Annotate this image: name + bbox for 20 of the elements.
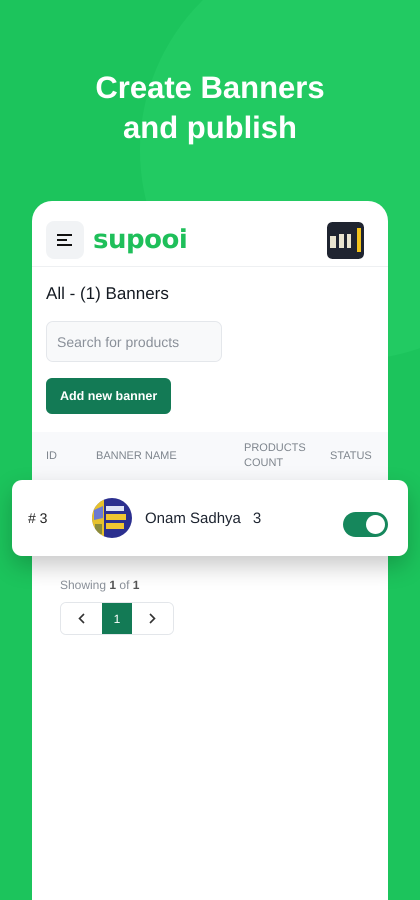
headline: Create Banners and publish (94, 69, 326, 147)
menu-button[interactable] (46, 221, 84, 259)
column-header: STATUS (330, 448, 373, 464)
chevron-right-icon (149, 613, 156, 624)
products-count: 3 (252, 510, 262, 526)
banner-row-card[interactable]: # 3 Onam Sadhya 3 (12, 480, 408, 556)
pagination-summary: Showing 1 of 1 (60, 578, 140, 592)
chevron-left-icon (78, 613, 85, 624)
app-logo: supooi (93, 225, 188, 255)
page-button[interactable]: 1 (102, 603, 132, 634)
search-field[interactable]: Search for products (46, 321, 222, 362)
column-header: BANNER NAME (96, 448, 178, 464)
banner-id: # 3 (28, 510, 48, 526)
banner-name: Onam Sadhya (145, 510, 241, 526)
page-title: All - (1) Banners (46, 284, 170, 304)
add-banner-button[interactable]: Add new banner (46, 378, 172, 414)
menu-icon (57, 234, 73, 246)
column-header: PRODUCTS COUNT (244, 441, 307, 471)
column-header: ID (46, 448, 58, 464)
status-toggle[interactable] (343, 512, 388, 536)
